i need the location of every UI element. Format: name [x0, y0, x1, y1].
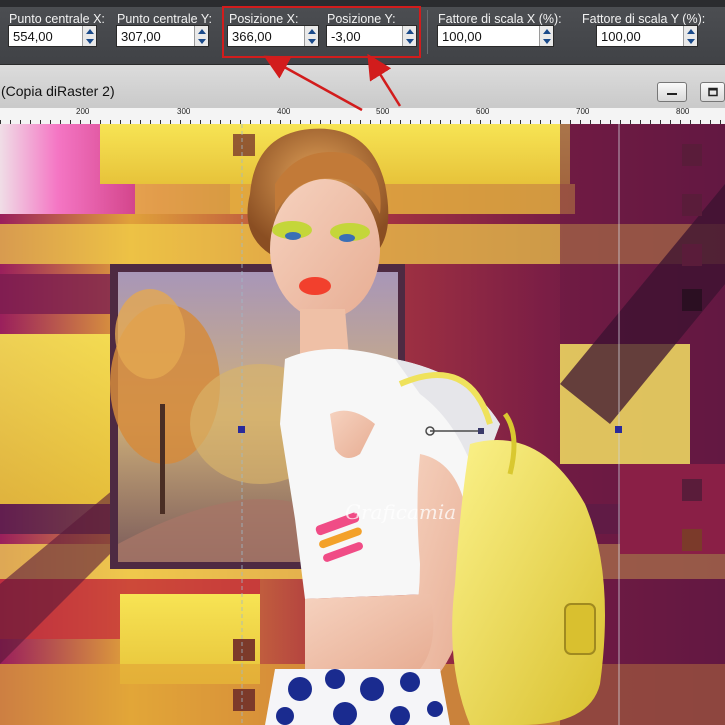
center-x-down-arrow-icon[interactable] — [82, 36, 96, 46]
document-title: (Copia diRaster 2) — [1, 83, 115, 99]
horizontal-ruler: 200 300 400 500 600 700 800 — [0, 108, 725, 125]
image-canvas[interactable]: Graficamia — [0, 124, 725, 725]
ruler-label: 500 — [376, 108, 390, 116]
watermark-text: Graficamia — [345, 500, 456, 524]
ruler-label: 700 — [576, 108, 590, 116]
center-y-spinbox[interactable] — [116, 25, 209, 47]
ruler-label: 300 — [177, 108, 191, 116]
tool-options-bar: Punto centrale X: Punto centrale Y: Posi… — [0, 0, 725, 64]
scale-y-spinbox[interactable] — [596, 25, 698, 47]
scale-x-input[interactable] — [438, 26, 539, 46]
scale-y-input[interactable] — [597, 26, 683, 46]
document-title-bar: (Copia diRaster 2) — [0, 64, 725, 109]
toolbar-separator — [427, 10, 428, 54]
minimize-icon — [667, 93, 677, 95]
center-y-down-arrow-icon[interactable] — [194, 36, 208, 46]
ruler-label: 800 — [676, 108, 690, 116]
maximize-button[interactable] — [700, 82, 725, 102]
artwork: Graficamia — [0, 124, 725, 725]
scale-y-down-arrow-icon[interactable] — [683, 36, 697, 46]
ruler-label: 200 — [76, 108, 90, 116]
ruler-label: 400 — [277, 108, 291, 116]
center-x-spinbox[interactable] — [8, 25, 97, 47]
highlight-box — [222, 6, 421, 58]
minimize-button[interactable] — [657, 82, 687, 102]
ruler-label: 600 — [476, 108, 490, 116]
center-x-input[interactable] — [9, 26, 82, 46]
scale-x-down-arrow-icon[interactable] — [539, 36, 553, 46]
scale-x-spinbox[interactable] — [437, 25, 554, 47]
center-y-input[interactable] — [117, 26, 194, 46]
maximize-icon — [707, 87, 718, 97]
